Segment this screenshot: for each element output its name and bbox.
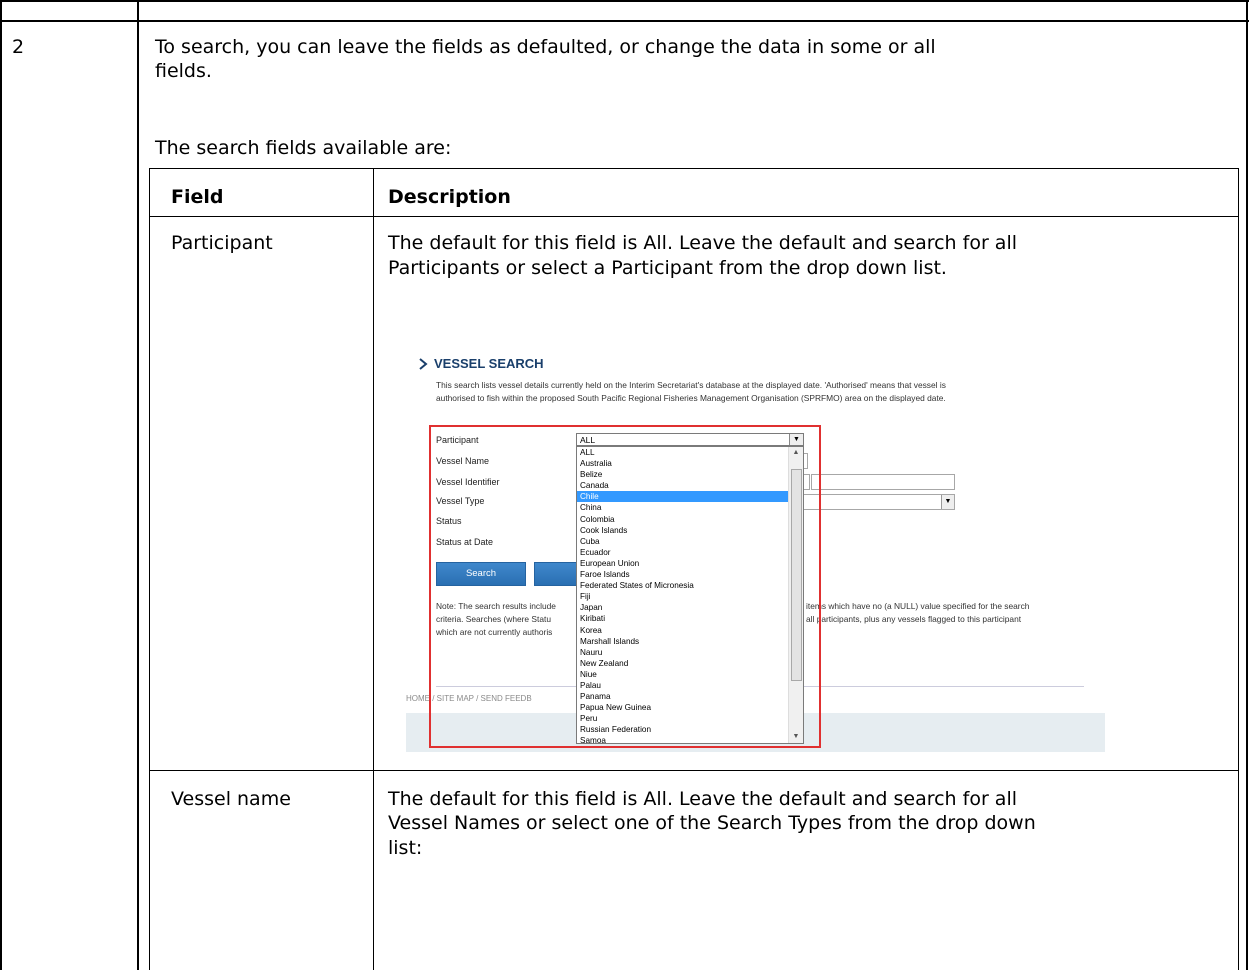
participant-desc-line-1: The default for this field is All. Leave… — [388, 232, 1018, 254]
field-vessel-name: Vessel name — [171, 788, 291, 810]
header-field: Field — [171, 186, 224, 208]
callout-highlight-box — [429, 425, 821, 748]
vessel-search-title: VESSEL SEARCH — [434, 356, 544, 371]
field-participant: Participant — [171, 232, 273, 254]
document-page: 2 To search, you can leave the fields as… — [0, 0, 1249, 970]
inner-column-divider — [373, 168, 374, 970]
vessel-search-description: This search lists vessel details current… — [436, 379, 1096, 405]
outer-top-border — [0, 0, 1249, 2]
note-line-2-right: all participants, plus any vessels flagg… — [806, 614, 1022, 624]
vessel-identifier-input[interactable] — [811, 474, 955, 490]
vessel-name-desc-line-1: The default for this field is All. Leave… — [388, 788, 1018, 810]
inner-row-divider — [149, 770, 1239, 771]
vessel-type-select[interactable]: ▼ — [798, 494, 955, 510]
step-number: 2 — [12, 36, 25, 58]
outer-left-border — [0, 0, 2, 970]
inner-header-divider — [149, 216, 1239, 217]
inner-top-border — [149, 168, 1239, 169]
inner-left-border — [149, 168, 150, 970]
chevron-down-icon: ▼ — [941, 495, 954, 509]
vessel-name-desc-line-3: list: — [388, 837, 423, 859]
outer-row-divider — [0, 20, 1249, 22]
note-line-1-right: items which have no (a NULL) value speci… — [806, 601, 1030, 611]
description-line-1: This search lists vessel details current… — [436, 380, 946, 390]
header-description: Description — [388, 186, 511, 208]
outer-column-divider — [137, 0, 139, 970]
inner-right-border — [1238, 168, 1239, 970]
chevron-right-icon — [419, 358, 428, 370]
description-line-2: authorised to fish within the proposed S… — [436, 393, 946, 403]
intro-line-1: To search, you can leave the fields as d… — [155, 36, 936, 58]
intro-line-2: fields. — [155, 60, 212, 82]
outer-right-border — [1246, 0, 1248, 970]
vessel-search-screenshot: VESSEL SEARCH This search lists vessel d… — [406, 340, 1105, 752]
vessel-name-desc-line-2: Vessel Names or select one of the Search… — [388, 812, 1036, 834]
participant-desc-line-2: Participants or select a Participant fro… — [388, 257, 947, 279]
fields-available-text: The search fields available are: — [155, 137, 452, 159]
